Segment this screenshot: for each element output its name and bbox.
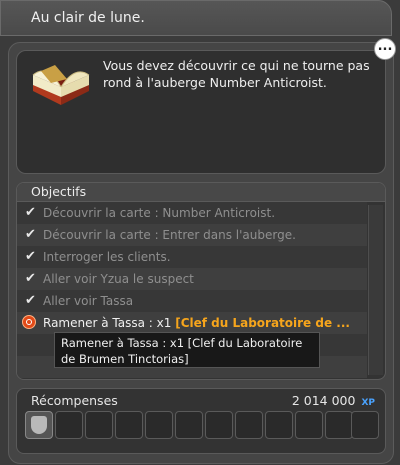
reward-slot[interactable] bbox=[325, 411, 353, 439]
check-icon: ✔ bbox=[25, 205, 36, 220]
reward-slot[interactable] bbox=[295, 411, 323, 439]
xp-icon: XP bbox=[361, 398, 375, 408]
active-objective-icon bbox=[22, 315, 36, 329]
objective-row: ✔ Découvrir la carte : Entrer dans l'aub… bbox=[17, 224, 367, 246]
objectives-header: Objectifs bbox=[17, 183, 385, 202]
item-tooltip: Ramener à Tassa : x1 [Clef du Laboratoir… bbox=[54, 332, 320, 368]
quest-description: Vous devez découvrir ce qui ne tourne pa… bbox=[103, 58, 370, 90]
quest-description-box: Vous devez découvrir ce qui ne tourne pa… bbox=[16, 50, 386, 174]
speech-bubble-icon[interactable]: ... bbox=[374, 38, 396, 60]
xp-value: 2 014 000 bbox=[291, 393, 356, 408]
objective-row-active[interactable]: Ramener à Tassa : x1 [Clef du Laboratoir… bbox=[17, 312, 367, 334]
quest-title: Au clair de lune. bbox=[31, 10, 145, 26]
objective-label: Aller voir Yzua le suspect bbox=[43, 272, 194, 286]
reward-slot[interactable] bbox=[175, 411, 203, 439]
check-icon: ✔ bbox=[25, 293, 36, 308]
check-icon: ✔ bbox=[25, 271, 36, 286]
rewards-box: Récompenses 2 014 000 XP bbox=[16, 388, 386, 454]
xp-reward: 2 014 000 XP bbox=[292, 393, 375, 408]
reward-slot[interactable] bbox=[351, 411, 379, 439]
objective-row: ✔ Interroger les clients. bbox=[17, 246, 367, 268]
objective-label: Interroger les clients. bbox=[43, 250, 171, 264]
reward-slot[interactable] bbox=[145, 411, 173, 439]
objectives-scrollbar[interactable] bbox=[368, 205, 383, 375]
reward-slot[interactable] bbox=[265, 411, 293, 439]
reward-slot[interactable] bbox=[205, 411, 233, 439]
emblem-icon bbox=[31, 416, 47, 434]
open-book-icon bbox=[32, 65, 90, 105]
reward-slot[interactable] bbox=[55, 411, 83, 439]
objective-label: Ramener à Tassa : x1 bbox=[43, 316, 172, 330]
reward-slot[interactable] bbox=[115, 411, 143, 439]
check-icon: ✔ bbox=[25, 227, 36, 242]
objective-label: Aller voir Tassa bbox=[43, 294, 134, 308]
objective-item-link[interactable]: [Clef du Laboratoire de ... bbox=[175, 316, 350, 330]
objective-row: ✔ Aller voir Tassa bbox=[17, 290, 367, 312]
rewards-label: Récompenses bbox=[31, 393, 118, 408]
objective-label: Découvrir la carte : Entrer dans l'auber… bbox=[43, 228, 296, 242]
objective-row: ✔ Aller voir Yzua le suspect bbox=[17, 268, 367, 290]
reward-slot[interactable] bbox=[85, 411, 113, 439]
reward-slot[interactable] bbox=[25, 411, 53, 439]
title-bar[interactable]: Au clair de lune. bbox=[0, 0, 392, 36]
objective-row: ✔ Découvrir la carte : Number Anticroist… bbox=[17, 202, 367, 224]
reward-slot[interactable] bbox=[235, 411, 263, 439]
check-icon: ✔ bbox=[25, 249, 36, 264]
objective-label: Découvrir la carte : Number Anticroist. bbox=[43, 206, 276, 220]
